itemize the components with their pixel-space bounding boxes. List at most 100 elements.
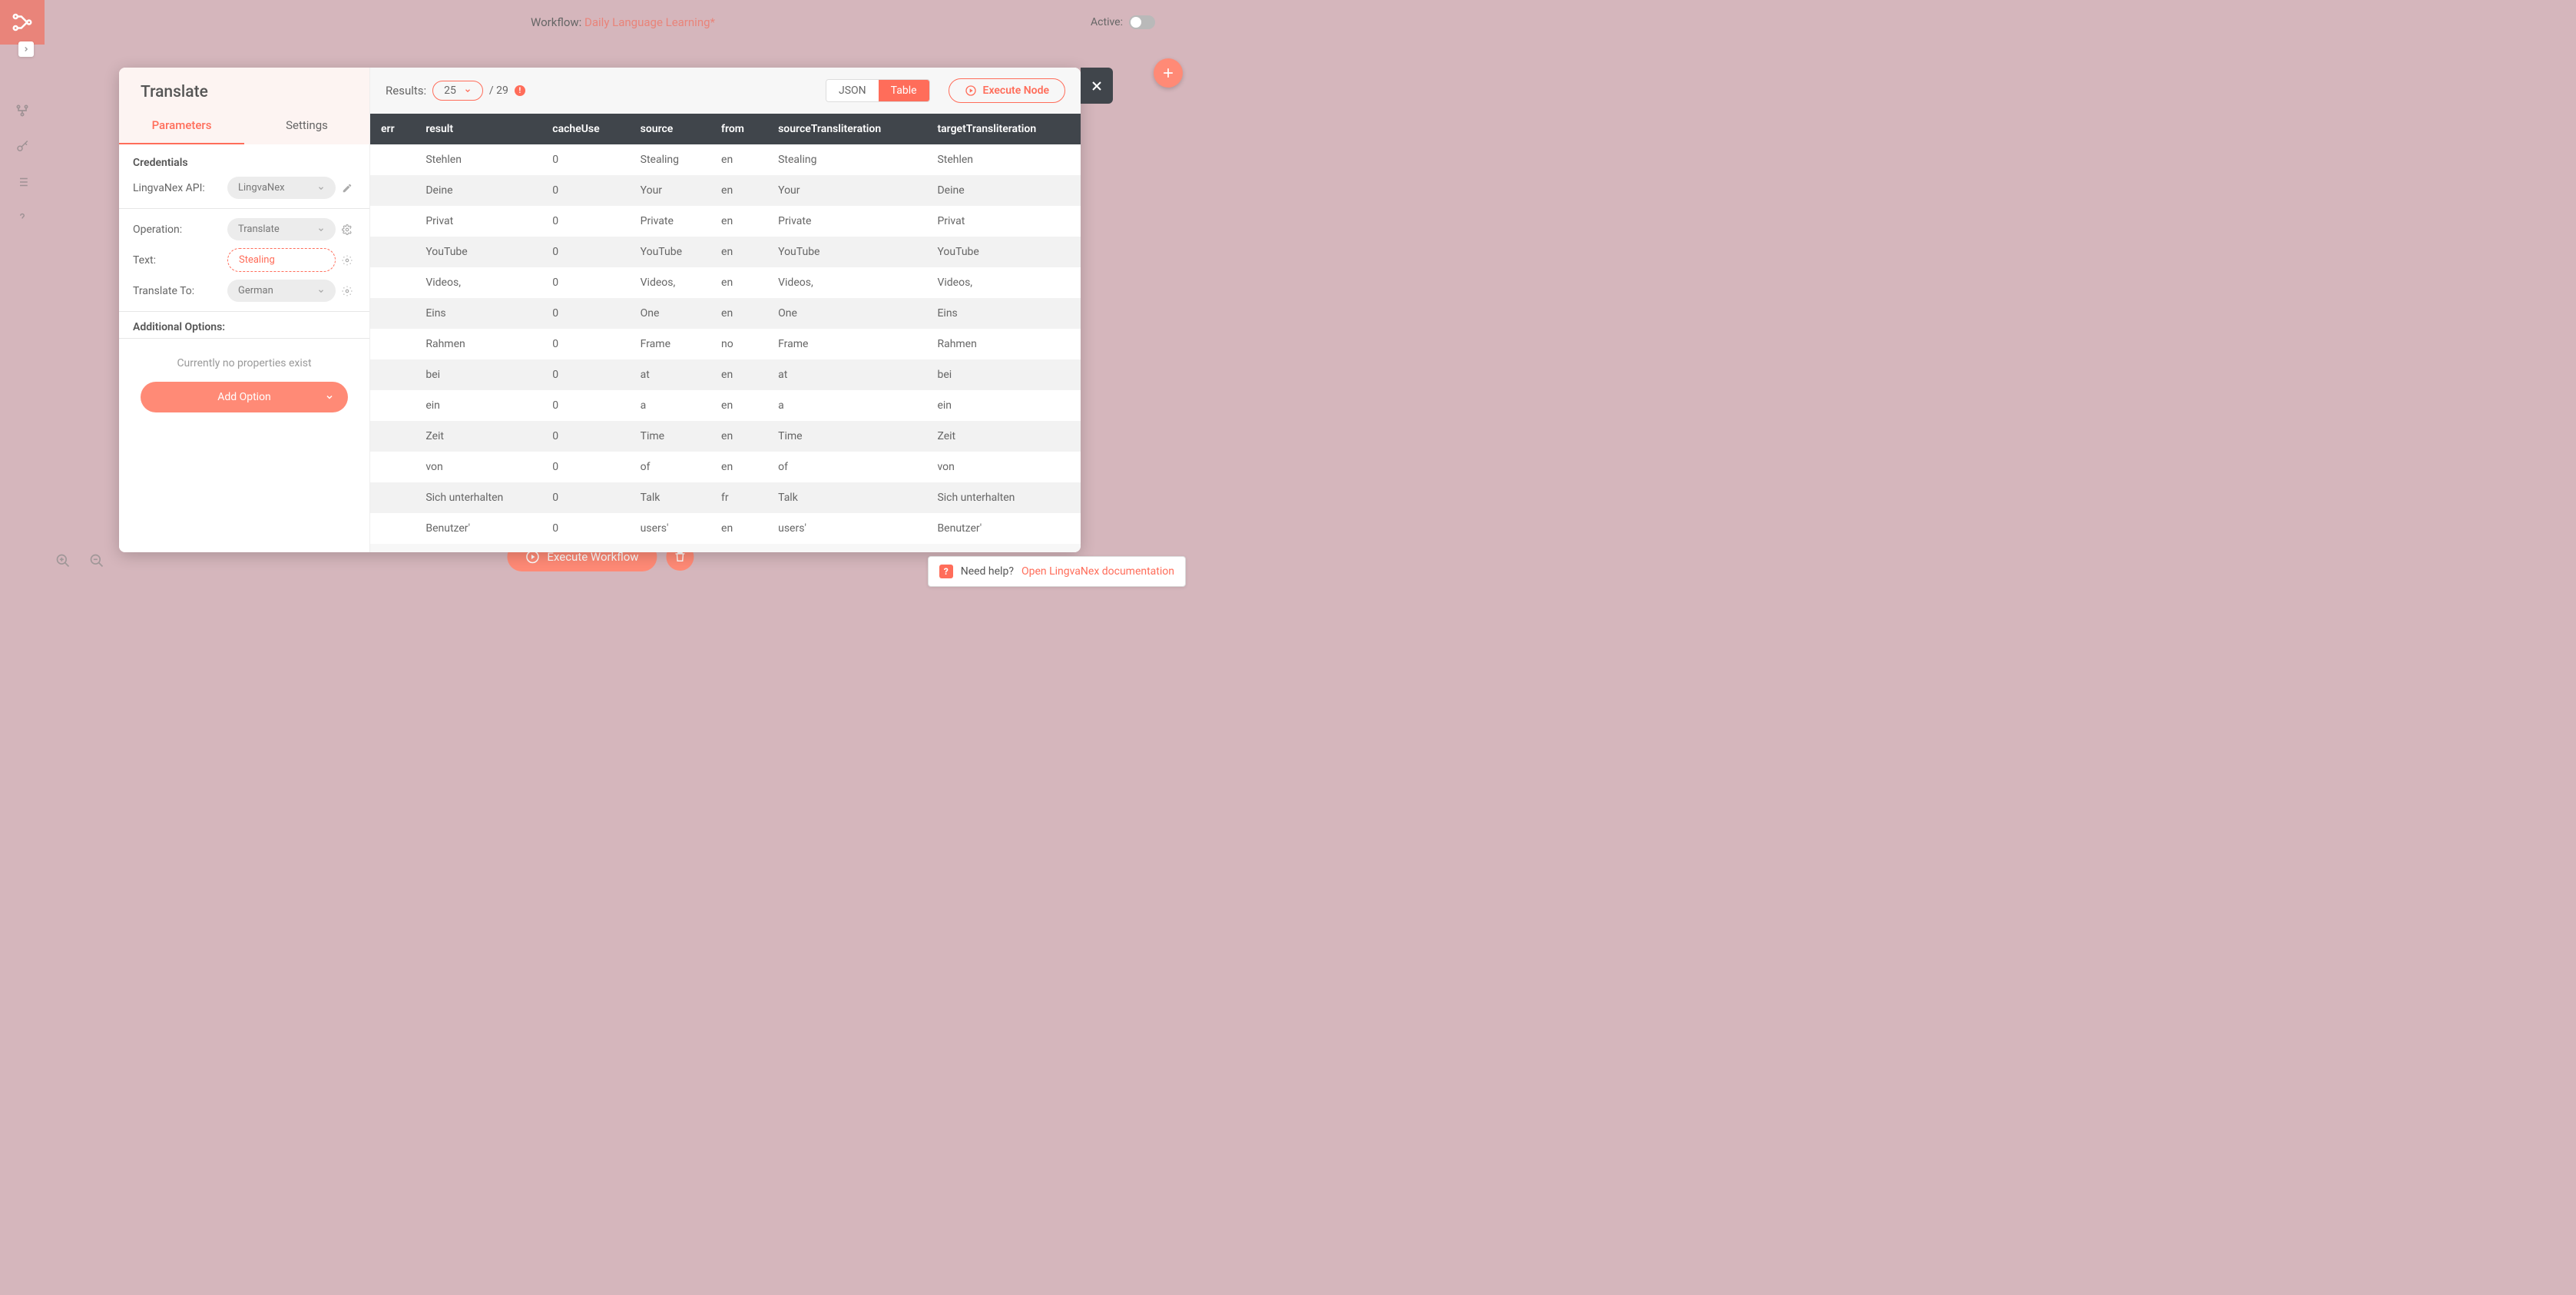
cred-api-select[interactable]: LingvaNex: [227, 177, 336, 199]
cell-source: of: [630, 452, 710, 482]
table-row[interactable]: Rahmen0FramenoFrameRahmen: [370, 329, 1081, 359]
table-row[interactable]: Privat0PrivateenPrivatePrivat: [370, 206, 1081, 237]
add-node-button[interactable]: [1154, 58, 1183, 88]
cell-sourceTransliteration: Time: [767, 421, 926, 452]
table-row[interactable]: von0ofenofvon: [370, 452, 1081, 482]
table-row[interactable]: Videos,0Videos,enVideos,Videos,: [370, 267, 1081, 298]
results-total: / 29: [489, 84, 508, 97]
chevron-down-icon: [464, 87, 472, 94]
cell-source: Your: [630, 175, 710, 206]
cell-from: en: [710, 267, 767, 298]
table-row[interactable]: ein0aenaein: [370, 390, 1081, 421]
table-row[interactable]: Benutzer'0users'enusers'Benutzer': [370, 513, 1081, 544]
zoom-controls: [55, 553, 104, 568]
active-toggle[interactable]: [1129, 15, 1155, 29]
cell-sourceTransliteration: at: [767, 359, 926, 390]
cell-from: en: [710, 175, 767, 206]
cell-targetTransliteration: YouTube: [926, 237, 1081, 267]
add-option-button[interactable]: Add Option: [141, 382, 348, 412]
error-indicator-icon[interactable]: !: [515, 85, 525, 96]
table-row[interactable]: Stehlen0StealingenStealingStehlen: [370, 144, 1081, 175]
key-icon[interactable]: [15, 140, 29, 154]
workflow-label: Workflow:: [531, 15, 584, 29]
results-table-wrap[interactable]: errresultcacheUsesourcefromsourceTransli…: [370, 114, 1081, 552]
cell-result: Privat: [415, 206, 541, 237]
text-value: Stealing: [239, 254, 275, 266]
cell-result: ein: [415, 390, 541, 421]
col-cacheUse: cacheUse: [541, 114, 629, 144]
cell-sourceTransliteration: Videos,: [767, 267, 926, 298]
top-bar: Workflow: Daily Language Learning* Activ…: [45, 0, 1201, 45]
cell-targetTransliteration: bei: [926, 359, 1081, 390]
cell-cacheUse: 0: [541, 298, 629, 329]
execute-node-button[interactable]: Execute Node: [949, 78, 1065, 103]
gear-icon[interactable]: [342, 286, 356, 296]
zoom-out-icon[interactable]: [89, 553, 104, 568]
view-json-button[interactable]: JSON: [826, 80, 879, 101]
workflow-icon[interactable]: [15, 103, 30, 118]
list-icon[interactable]: [15, 175, 29, 189]
workflow-name[interactable]: Daily Language Learning*: [584, 15, 715, 29]
active-toggle-wrap: Active:: [1091, 15, 1155, 29]
cell-cacheUse: 0: [541, 206, 629, 237]
logo-icon[interactable]: [0, 0, 45, 45]
table-row[interactable]: Zeit0TimeenTimeZeit: [370, 421, 1081, 452]
cell-source: One: [630, 298, 710, 329]
no-properties-text: Currently no properties exist: [133, 348, 356, 382]
tab-settings[interactable]: Settings: [244, 108, 369, 144]
cell-result: Stehlen: [415, 144, 541, 175]
table-row[interactable]: bei0atenatbei: [370, 359, 1081, 390]
cell-targetTransliteration: Rahmen: [926, 329, 1081, 359]
left-panel: Translate Parameters Settings Credential…: [119, 68, 370, 552]
cell-from: en: [710, 359, 767, 390]
tab-parameters[interactable]: Parameters: [119, 108, 244, 144]
cell-err: [370, 237, 415, 267]
cell-source: Time: [630, 421, 710, 452]
cell-result: Zeit: [415, 421, 541, 452]
translate-to-select[interactable]: German: [227, 280, 336, 302]
cell-from: en: [710, 237, 767, 267]
cell-cacheUse: 0: [541, 175, 629, 206]
cell-result: bei: [415, 359, 541, 390]
cell-sourceTransliteration: Stealing: [767, 144, 926, 175]
table-body: Stehlen0StealingenStealingStehlenDeine0Y…: [370, 144, 1081, 544]
operation-select[interactable]: Translate: [227, 218, 336, 240]
col-source: source: [630, 114, 710, 144]
cell-sourceTransliteration: Your: [767, 175, 926, 206]
cell-from: en: [710, 421, 767, 452]
cell-targetTransliteration: Sich unterhalten: [926, 482, 1081, 513]
cell-targetTransliteration: Eins: [926, 298, 1081, 329]
cell-result: YouTube: [415, 237, 541, 267]
cell-cacheUse: 0: [541, 482, 629, 513]
table-row[interactable]: YouTube0YouTubeenYouTubeYouTube: [370, 237, 1081, 267]
gear-icon[interactable]: [342, 255, 356, 266]
expand-sidebar-button[interactable]: [18, 41, 34, 57]
help-link[interactable]: Open LingvaNex documentation: [1021, 565, 1174, 578]
table-row[interactable]: Deine0YourenYourDeine: [370, 175, 1081, 206]
add-option-label: Add Option: [217, 391, 271, 403]
right-panel: Results: 25 / 29 ! JSON Table Execute No…: [370, 68, 1081, 552]
results-label: Results:: [386, 84, 426, 98]
text-expression-input[interactable]: Stealing: [227, 248, 336, 272]
cell-source: Videos,: [630, 267, 710, 298]
help-icon[interactable]: [15, 210, 29, 224]
cell-err: [370, 513, 415, 544]
close-modal-button[interactable]: [1081, 68, 1113, 104]
chevron-down-icon: [317, 226, 325, 233]
col-targetTransliteration: targetTransliteration: [926, 114, 1081, 144]
cell-cacheUse: 0: [541, 144, 629, 175]
cell-cacheUse: 0: [541, 513, 629, 544]
cell-result: Rahmen: [415, 329, 541, 359]
cell-source: at: [630, 359, 710, 390]
zoom-in-icon[interactable]: [55, 553, 71, 568]
results-table: errresultcacheUsesourcefromsourceTransli…: [370, 114, 1081, 544]
cell-source: Stealing: [630, 144, 710, 175]
edit-cred-icon[interactable]: [342, 183, 356, 194]
help-text: Need help?: [961, 565, 1014, 578]
view-table-button[interactable]: Table: [879, 80, 929, 101]
results-count-select[interactable]: 25: [432, 81, 483, 101]
gear-icon[interactable]: [342, 224, 356, 235]
execute-node-label: Execute Node: [983, 84, 1049, 97]
table-row[interactable]: Eins0OneenOneEins: [370, 298, 1081, 329]
table-row[interactable]: Sich unterhalten0TalkfrTalkSich unterhal…: [370, 482, 1081, 513]
